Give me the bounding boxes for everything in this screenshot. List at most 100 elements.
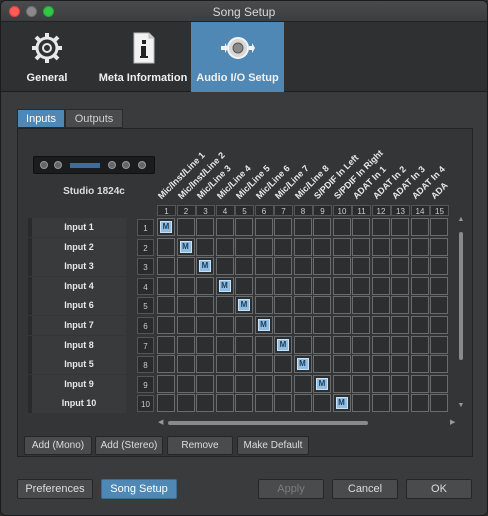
matrix-cell[interactable] xyxy=(430,355,448,374)
tab-inputs[interactable]: Inputs xyxy=(17,109,65,128)
matrix-cell[interactable] xyxy=(254,276,273,295)
assignment-marker[interactable]: M xyxy=(179,240,192,253)
matrix-cell[interactable] xyxy=(371,374,390,393)
matrix-cell[interactable] xyxy=(313,218,331,236)
matrix-cell[interactable] xyxy=(274,316,292,334)
matrix-cell[interactable] xyxy=(293,374,312,393)
matrix-cell[interactable] xyxy=(274,218,292,236)
matrix-cell[interactable] xyxy=(371,355,390,374)
matrix-cell[interactable] xyxy=(254,374,273,393)
row-input-label[interactable]: Input 4 xyxy=(28,276,126,296)
row-input-label[interactable]: Input 10 xyxy=(28,394,126,414)
matrix-cell[interactable] xyxy=(332,316,351,334)
preferences-button[interactable]: Preferences xyxy=(17,479,93,499)
row-input-label[interactable]: Input 6 xyxy=(28,296,126,316)
matrix-cell[interactable]: M xyxy=(313,374,331,393)
matrix-cell[interactable]: M xyxy=(196,257,214,276)
assignment-marker[interactable]: M xyxy=(257,319,270,331)
matrix-cell[interactable] xyxy=(332,296,351,315)
matrix-cell[interactable] xyxy=(274,296,292,315)
matrix-cell[interactable] xyxy=(391,218,409,236)
matrix-cell[interactable] xyxy=(293,257,312,276)
matrix-cell[interactable] xyxy=(391,296,409,315)
scroll-down-icon[interactable]: ▼ xyxy=(457,402,465,409)
matrix-cell[interactable] xyxy=(391,394,409,413)
matrix-cell[interactable] xyxy=(293,218,312,236)
matrix-cell[interactable] xyxy=(293,237,312,256)
matrix-cell[interactable] xyxy=(274,237,292,256)
matrix-cell[interactable] xyxy=(410,237,429,256)
vertical-scrollbar[interactable]: ▲ ▼ xyxy=(457,216,465,416)
matrix-cell[interactable] xyxy=(157,237,175,256)
matrix-cell[interactable] xyxy=(410,394,429,413)
matrix-cell[interactable] xyxy=(352,374,370,393)
matrix-cell[interactable]: M xyxy=(176,237,195,256)
matrix-cell[interactable] xyxy=(332,355,351,374)
matrix-cell[interactable]: M xyxy=(215,276,234,295)
matrix-cell[interactable] xyxy=(176,296,195,315)
matrix-cell[interactable] xyxy=(196,296,214,315)
matrix-cell[interactable] xyxy=(293,335,312,354)
matrix-cell[interactable] xyxy=(430,316,448,334)
matrix-cell[interactable] xyxy=(313,296,331,315)
matrix-cell[interactable] xyxy=(215,316,234,334)
matrix-cell[interactable] xyxy=(313,316,331,334)
matrix-cell[interactable] xyxy=(235,257,253,276)
matrix-cell[interactable]: M xyxy=(254,316,273,334)
toolbar-audio-io-setup-button[interactable]: Audio I/O Setup xyxy=(191,22,284,92)
matrix-cell[interactable] xyxy=(196,316,214,334)
matrix-cell[interactable] xyxy=(157,355,175,374)
matrix-cell[interactable] xyxy=(196,335,214,354)
matrix-cell[interactable] xyxy=(410,316,429,334)
add-stereo-button[interactable]: Add (Stereo) xyxy=(95,436,163,455)
matrix-cell[interactable] xyxy=(157,257,175,276)
toolbar-meta-information-button[interactable]: Meta Information xyxy=(97,22,189,92)
matrix-cell[interactable] xyxy=(313,257,331,276)
matrix-cell[interactable] xyxy=(176,374,195,393)
matrix-cell[interactable] xyxy=(371,394,390,413)
matrix-cell[interactable] xyxy=(254,237,273,256)
matrix-cell[interactable] xyxy=(352,394,370,413)
matrix-cell[interactable] xyxy=(215,374,234,393)
matrix-cell[interactable] xyxy=(332,257,351,276)
matrix-cell[interactable] xyxy=(235,394,253,413)
matrix-cell[interactable] xyxy=(410,335,429,354)
matrix-cell[interactable]: M xyxy=(157,218,175,236)
matrix-cell[interactable] xyxy=(332,374,351,393)
matrix-cell[interactable] xyxy=(391,276,409,295)
matrix-cell[interactable] xyxy=(196,218,214,236)
matrix-cell[interactable] xyxy=(371,316,390,334)
make-default-button[interactable]: Make Default xyxy=(237,436,309,455)
matrix-cell[interactable] xyxy=(235,276,253,295)
matrix-cell[interactable] xyxy=(157,374,175,393)
scroll-right-icon[interactable]: ▶ xyxy=(450,418,455,426)
toolbar-general-button[interactable]: General xyxy=(5,22,89,92)
matrix-cell[interactable]: M xyxy=(235,296,253,315)
matrix-cell[interactable] xyxy=(196,237,214,256)
matrix-cell[interactable] xyxy=(235,355,253,374)
matrix-cell[interactable] xyxy=(352,257,370,276)
matrix-cell[interactable] xyxy=(215,257,234,276)
matrix-cell[interactable] xyxy=(410,276,429,295)
add-mono-button[interactable]: Add (Mono) xyxy=(24,436,92,455)
assignment-marker[interactable]: M xyxy=(277,338,289,351)
matrix-cell[interactable] xyxy=(235,335,253,354)
row-input-label[interactable]: Input 3 xyxy=(28,257,126,277)
matrix-cell[interactable] xyxy=(352,237,370,256)
cancel-button[interactable]: Cancel xyxy=(332,479,398,499)
matrix-cell[interactable] xyxy=(371,218,390,236)
matrix-cell[interactable] xyxy=(371,335,390,354)
matrix-cell[interactable]: M xyxy=(293,355,312,374)
matrix-cell[interactable] xyxy=(274,257,292,276)
apply-button[interactable]: Apply xyxy=(258,479,324,499)
matrix-cell[interactable] xyxy=(391,355,409,374)
matrix-cell[interactable] xyxy=(235,374,253,393)
matrix-cell[interactable] xyxy=(274,374,292,393)
matrix-cell[interactable] xyxy=(410,374,429,393)
matrix-cell[interactable] xyxy=(430,374,448,393)
matrix-cell[interactable] xyxy=(254,257,273,276)
assignment-marker[interactable]: M xyxy=(238,299,250,312)
matrix-cell[interactable] xyxy=(352,355,370,374)
matrix-cell[interactable] xyxy=(430,237,448,256)
matrix-cell[interactable] xyxy=(430,257,448,276)
